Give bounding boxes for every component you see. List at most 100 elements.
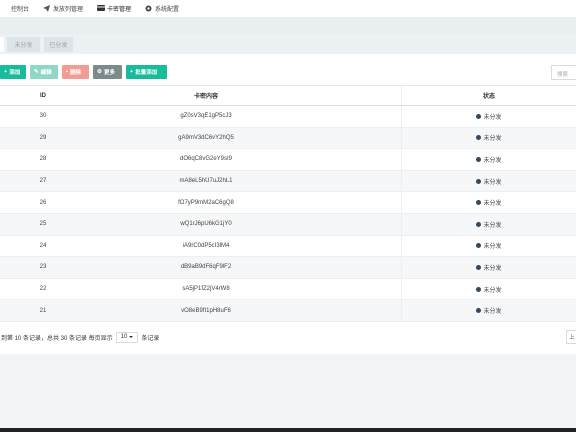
cards-table: ID 卡密内容 状态 30 gZ0sV3qE1gP5cJ3 未分发 29 gA9mV3d…	[0, 85, 576, 322]
status-dot-icon	[476, 156, 482, 162]
pagination-suffix: 条记录	[141, 335, 160, 342]
add-button[interactable]: + 添加	[0, 65, 26, 79]
more-button[interactable]: ⚙ 更多	[93, 65, 122, 79]
status-label: 未分发	[483, 222, 502, 229]
cell-status: 未分发	[402, 300, 576, 321]
cell-status: 未分发	[402, 149, 576, 170]
toolbar: + 添加 ✎ 编辑 ▪ 删除 ⚙ 更多 + 批量添加	[0, 65, 171, 79]
status-dot-icon	[476, 200, 482, 206]
cell-status: 未分发	[402, 106, 576, 127]
status-dot-icon	[476, 243, 482, 249]
status-label: 未分发	[483, 136, 502, 143]
cell-id: 30	[39, 113, 47, 120]
nav-item-settings[interactable]: 系统配置	[139, 0, 187, 17]
cell-id: 26	[39, 199, 47, 206]
status-dot-icon	[476, 308, 482, 314]
cell-content: gA9mV3dC6vY2hQ5	[178, 134, 234, 141]
top-nav: 控制台 发放列管理 卡密管理 系统配置	[0, 0, 576, 17]
status-dot-icon	[476, 221, 482, 227]
status-label: 未分发	[483, 201, 502, 208]
table-row[interactable]: 30 gZ0sV3qE1gP5cJ3 未分发	[0, 106, 576, 128]
cell-id: 29	[39, 134, 47, 141]
tab-distributed[interactable]: 已分发	[44, 36, 73, 52]
status-label: 未分发	[483, 309, 502, 316]
table-row[interactable]: 22 sA5jP1fZ2jV4rW8 未分发	[0, 278, 576, 301]
gear-icon: ⚙	[97, 69, 102, 75]
nav-label: 控制台	[11, 7, 30, 13]
table-row[interactable]: 26 fO7yP9mM2aC6gQ8 未分发	[0, 192, 576, 214]
status-label: 未分发	[483, 287, 502, 294]
status-label: 未分发	[483, 244, 502, 251]
cell-id: 28	[39, 156, 47, 163]
cell-id: 25	[39, 221, 47, 228]
card-icon	[97, 5, 106, 12]
caret-down-icon	[129, 336, 134, 338]
plus-icon: +	[130, 69, 134, 75]
page-prev-button[interactable]: 上	[566, 330, 576, 344]
main-panel: + 添加 ✎ 编辑 ▪ 删除 ⚙ 更多 + 批量添加 搜索 ID 卡密内容 状态…	[0, 54, 576, 354]
status-label: 未分发	[483, 157, 502, 164]
table-row[interactable]: 25 wQ1rJ6pU6kG1jY0 未分发	[0, 213, 576, 236]
cell-content: mA8eL5hU7uJ2hL1	[179, 178, 233, 185]
nav-item-send[interactable]: 发放列管理	[37, 0, 91, 17]
status-dot-icon	[476, 264, 482, 270]
batch-add-button[interactable]: + 批量添加	[126, 65, 167, 79]
status-label: 未分发	[483, 114, 502, 121]
filter-tabs: 未分发 已分发	[0, 34, 576, 54]
cell-status: 未分发	[402, 128, 576, 149]
cell-content: dO6qC8vG2eY9sI9	[179, 156, 233, 163]
table-row[interactable]: 27 mA8eL5hU7uJ2hL1 未分发	[0, 170, 576, 193]
nav-label: 系统配置	[155, 7, 180, 13]
tab-all[interactable]	[0, 36, 4, 52]
dashboard-icon	[1, 5, 8, 12]
status-dot-icon	[476, 286, 482, 292]
search-input[interactable]: 搜索	[551, 65, 576, 80]
cell-content: iA9rC0dP5cI3lM4	[182, 242, 230, 249]
table-row[interactable]: 24 iA9rC0dP5cI3lM4 未分发	[0, 235, 576, 258]
header-id[interactable]: ID	[0, 86, 86, 105]
nav-label: 发放列管理	[53, 7, 84, 13]
cell-content: vO8eB9fI1pH8uF6	[181, 307, 231, 314]
table-row[interactable]: 29 gA9mV3dC6vY2hQ5 未分发	[0, 127, 576, 150]
cell-content: gZ0sV3qE1gP5cJ3	[180, 113, 232, 120]
delete-button[interactable]: ▪ 删除	[62, 65, 89, 79]
nav-item-cards[interactable]: 卡密管理	[91, 0, 139, 17]
table-header: ID 卡密内容 状态	[0, 85, 576, 106]
status-dot-icon	[476, 178, 482, 184]
cell-content: wQ1rJ6pU6kG1jY0	[180, 221, 232, 228]
cell-content: dB9aB9dF6qF9lF2	[180, 264, 232, 271]
table-row[interactable]: 28 dO6qC8vG2eY9sI9 未分发	[0, 149, 576, 171]
pagination: 到第 10 条记录，总共 30 条记录 每页显示 10 条记录 上	[0, 330, 576, 344]
status-label: 未分发	[483, 179, 502, 186]
cell-content: sA5jP1fZ2jV4rW8	[182, 286, 230, 293]
table-row[interactable]: 23 dB9aB9dF6qF9lF2 未分发	[0, 257, 576, 279]
send-icon	[43, 5, 51, 12]
table-row[interactable]: 21 vO8eB9fI1pH8uF6 未分发	[0, 300, 576, 322]
cell-id: 21	[39, 307, 47, 314]
nav-item-dashboard[interactable]: 控制台	[0, 0, 37, 17]
status-label: 未分发	[483, 265, 502, 272]
cell-id: 22	[39, 286, 47, 293]
nav-label: 卡密管理	[107, 7, 132, 13]
page-size-select[interactable]: 10	[115, 331, 139, 343]
pencil-icon: ✎	[34, 69, 39, 75]
pagination-summary: 到第 10 条记录，总共 30 条记录 每页显示	[1, 335, 113, 342]
status-dot-icon	[476, 113, 482, 119]
gear-icon	[145, 5, 152, 12]
cell-id: 24	[39, 242, 47, 249]
header-content: 卡密内容	[193, 94, 218, 100]
trash-icon: ▪	[66, 69, 68, 75]
cell-id: 23	[39, 264, 47, 271]
cell-status: 未分发	[402, 192, 576, 213]
header-status: 状态	[482, 94, 495, 100]
cell-status: 未分发	[402, 236, 576, 257]
cell-status: 未分发	[402, 279, 576, 300]
cell-status: 未分发	[402, 257, 576, 278]
sub-header	[0, 17, 576, 34]
cell-content: fO7yP9mM2aC6gQ8	[178, 199, 234, 206]
status-dot-icon	[476, 135, 482, 141]
tab-undistributed[interactable]: 未分发	[7, 36, 40, 52]
edit-button[interactable]: ✎ 编辑	[30, 65, 58, 79]
cell-status: 未分发	[402, 171, 576, 192]
cell-status: 未分发	[402, 214, 576, 235]
